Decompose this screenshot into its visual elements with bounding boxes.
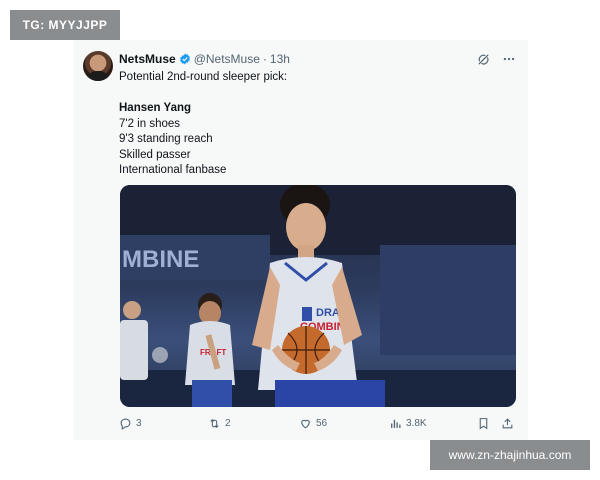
tweet-line-reach: 9'3 standing reach bbox=[119, 133, 213, 145]
watermark-top: TG: MYYJJPP bbox=[10, 10, 120, 40]
author-name[interactable]: NetsMuse bbox=[119, 52, 176, 66]
tweet-line-passer: Skilled passer bbox=[119, 148, 191, 161]
bookmark-button[interactable] bbox=[477, 417, 490, 430]
tweet-actions: 3 2 56 3.8K bbox=[119, 417, 517, 433]
tweet-card[interactable]: NetsMuse @NetsMuse · 13h Potential 2nd-r… bbox=[73, 40, 528, 440]
verified-icon bbox=[179, 53, 190, 65]
retweet-count: 2 bbox=[225, 418, 231, 429]
retweet-button[interactable]: 2 bbox=[208, 417, 231, 430]
tweet-text: Potential 2nd-round sleeper pick: Hansen… bbox=[119, 70, 509, 179]
tweet-line-player-name: Hansen Yang bbox=[119, 102, 192, 114]
more-icon[interactable] bbox=[502, 52, 516, 66]
bookmark-icon bbox=[479, 418, 488, 430]
watermark-bottom: www.zn-zhajinhua.com bbox=[430, 440, 590, 470]
author-handle[interactable]: @NetsMuse bbox=[194, 52, 260, 66]
photo-illustration: MBINE FRAFT DRAFT COMBINE bbox=[120, 185, 516, 407]
reply-icon bbox=[120, 418, 131, 430]
views-icon bbox=[391, 419, 401, 428]
tweet-photo[interactable]: MBINE FRAFT DRAFT COMBINE bbox=[120, 185, 516, 407]
separator-dot: · bbox=[262, 52, 267, 66]
grok-icon[interactable] bbox=[476, 52, 490, 66]
like-button[interactable]: 56 bbox=[299, 417, 327, 430]
tweet-line-intro: Potential 2nd-round sleeper pick: bbox=[119, 71, 288, 83]
tweet-top-actions bbox=[476, 52, 516, 66]
share-button[interactable] bbox=[501, 417, 514, 430]
tweet-header: NetsMuse @NetsMuse · 13h bbox=[119, 52, 290, 66]
timestamp[interactable]: 13h bbox=[270, 52, 290, 66]
tweet-line-height: 7'2 in shoes bbox=[119, 117, 181, 130]
retweet-icon bbox=[210, 418, 219, 429]
views-button[interactable]: 3.8K bbox=[389, 417, 427, 430]
tweet-line-fanbase: International fanbase bbox=[119, 164, 227, 176]
avatar[interactable] bbox=[83, 51, 113, 81]
photo-banner-text: MBINE bbox=[122, 246, 199, 273]
like-icon bbox=[301, 419, 310, 429]
share-icon bbox=[502, 418, 513, 429]
reply-count: 3 bbox=[136, 418, 142, 429]
views-count: 3.8K bbox=[406, 418, 427, 429]
reply-button[interactable]: 3 bbox=[119, 417, 142, 430]
like-count: 56 bbox=[316, 418, 328, 429]
